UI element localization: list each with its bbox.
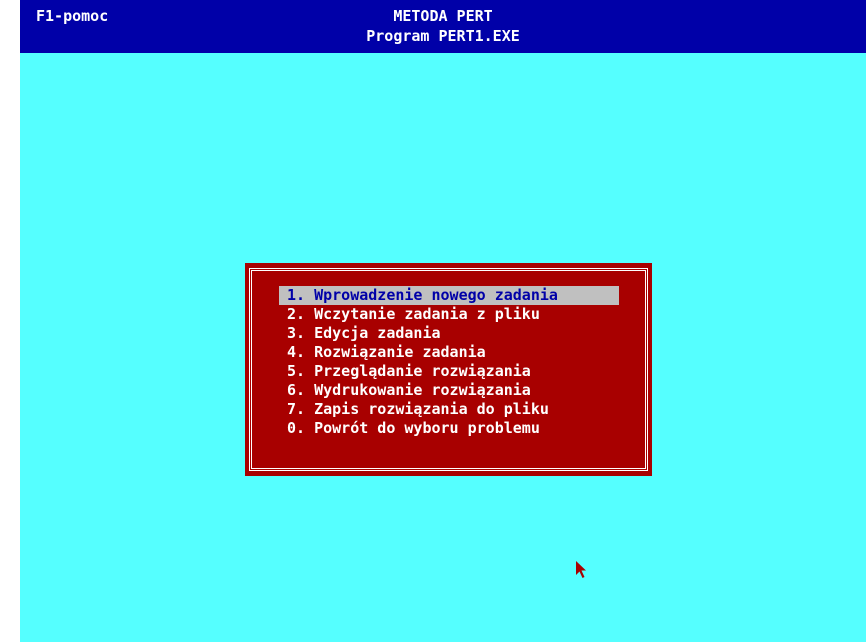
menu-item-edit-task[interactable]: 3. Edycja zadania bbox=[279, 324, 619, 343]
program-subtitle: Program PERT1.EXE bbox=[366, 27, 520, 45]
program-title: METODA PERT bbox=[393, 7, 493, 25]
mouse-pointer-icon bbox=[576, 561, 586, 578]
menu-item-view-solution[interactable]: 5. Przeglądanie rozwiązania bbox=[279, 362, 619, 381]
main-menu: 1. Wprowadzenie nowego zadania 2. Wczyta… bbox=[279, 286, 619, 438]
header-bar: F1-pomoc METODA PERT Program PERT1.EXE bbox=[20, 0, 866, 53]
menu-item-back[interactable]: 0. Powrót do wyboru problemu bbox=[279, 419, 619, 438]
menu-item-new-task[interactable]: 1. Wprowadzenie nowego zadania bbox=[279, 286, 619, 305]
menu-item-load-task[interactable]: 2. Wczytanie zadania z pliku bbox=[279, 305, 619, 324]
menu-item-save-solution[interactable]: 7. Zapis rozwiązania do pliku bbox=[279, 400, 619, 419]
dos-screen: F1-pomoc METODA PERT Program PERT1.EXE 1… bbox=[20, 0, 866, 642]
menu-item-print-solution[interactable]: 6. Wydrukowanie rozwiązania bbox=[279, 381, 619, 400]
main-menu-panel: 1. Wprowadzenie nowego zadania 2. Wczyta… bbox=[245, 263, 652, 476]
menu-item-solve-task[interactable]: 4. Rozwiązanie zadania bbox=[279, 343, 619, 362]
